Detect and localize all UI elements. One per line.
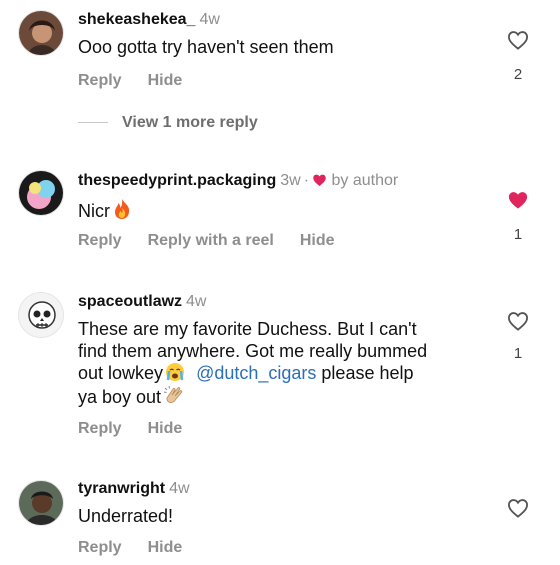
like-button[interactable]	[505, 30, 531, 50]
comment-actions: Reply Hide	[78, 72, 208, 90]
by-author-label: by author	[331, 172, 399, 189]
comment-text-line: out lowkey @dutch_cigars please help	[78, 362, 498, 384]
timestamp: 3w	[280, 172, 301, 189]
username[interactable]: spaceoutlawz	[78, 293, 182, 310]
clapping-hands-emoji-icon	[163, 385, 183, 403]
reply-button[interactable]: Reply	[78, 72, 122, 89]
avatar[interactable]	[18, 170, 64, 216]
like-count: 1	[513, 345, 523, 362]
like-button[interactable]	[505, 498, 531, 518]
comment-header: thespeedyprint.packaging 3w · by author	[78, 171, 398, 191]
hide-button[interactable]: Hide	[148, 72, 183, 89]
username[interactable]: thespeedyprint.packaging	[78, 172, 276, 189]
like-count: 2	[513, 66, 523, 83]
hide-button[interactable]: Hide	[148, 420, 183, 437]
hide-button[interactable]: Hide	[148, 539, 183, 556]
comment-text-content: Nicr	[78, 201, 110, 221]
avatar[interactable]	[18, 10, 64, 56]
timestamp: 4w	[186, 293, 207, 310]
comment-text-line: find them anywhere. Got me really bummed	[78, 341, 428, 361]
comment-text-segment: please help	[321, 363, 414, 383]
avatar[interactable]	[18, 292, 64, 338]
crying-emoji-icon	[166, 363, 185, 381]
separator-dot: ·	[303, 172, 310, 189]
like-button[interactable]	[505, 311, 531, 331]
comment-header: shekeashekea_ 4w	[78, 10, 220, 30]
like-button[interactable]	[505, 190, 531, 210]
username[interactable]: tyranwright	[78, 480, 165, 497]
comment-text: These are my favorite Duchess. But I can…	[78, 318, 498, 408]
hide-button[interactable]: Hide	[300, 232, 335, 249]
comment-text: Underrated!	[78, 506, 174, 526]
comment-actions: Reply Hide	[78, 420, 208, 438]
comment-header: spaceoutlawz 4w	[78, 292, 206, 312]
like-count: 1	[513, 226, 523, 243]
comment-actions: Reply Hide	[78, 539, 208, 557]
comment-text-segment: ya boy out	[78, 387, 162, 407]
reply-with-reel-button[interactable]: Reply with a reel	[148, 232, 274, 249]
view-more-replies-button[interactable]: View 1 more reply	[78, 114, 258, 132]
comment-text-line: These are my favorite Duchess. But I can…	[78, 319, 417, 339]
fire-emoji-icon	[115, 199, 130, 219]
divider-line	[78, 122, 108, 124]
comment-text: Ooo gotta try haven't seen them	[78, 37, 334, 57]
heart-outline-icon	[507, 312, 529, 331]
heart-filled-icon	[508, 192, 528, 209]
comment-text: Nicr	[78, 198, 498, 222]
reply-button[interactable]: Reply	[78, 232, 122, 249]
comment-text-segment: out lowkey	[78, 363, 164, 383]
comment-text-line: ya boy out	[78, 384, 498, 408]
reply-button[interactable]: Reply	[78, 539, 122, 556]
heart-outline-icon	[507, 499, 529, 518]
heart-filled-icon	[313, 174, 326, 186]
heart-outline-icon	[507, 31, 529, 50]
avatar[interactable]	[18, 480, 64, 526]
comment-header: tyranwright 4w	[78, 479, 190, 499]
view-more-label: View 1 more reply	[122, 114, 258, 131]
username[interactable]: shekeashekea_	[78, 11, 195, 28]
comment-actions: Reply Reply with a reel Hide	[78, 232, 361, 250]
timestamp: 4w	[199, 11, 220, 28]
user-mention-link[interactable]: @dutch_cigars	[196, 363, 316, 383]
reply-button[interactable]: Reply	[78, 420, 122, 437]
timestamp: 4w	[169, 480, 190, 497]
